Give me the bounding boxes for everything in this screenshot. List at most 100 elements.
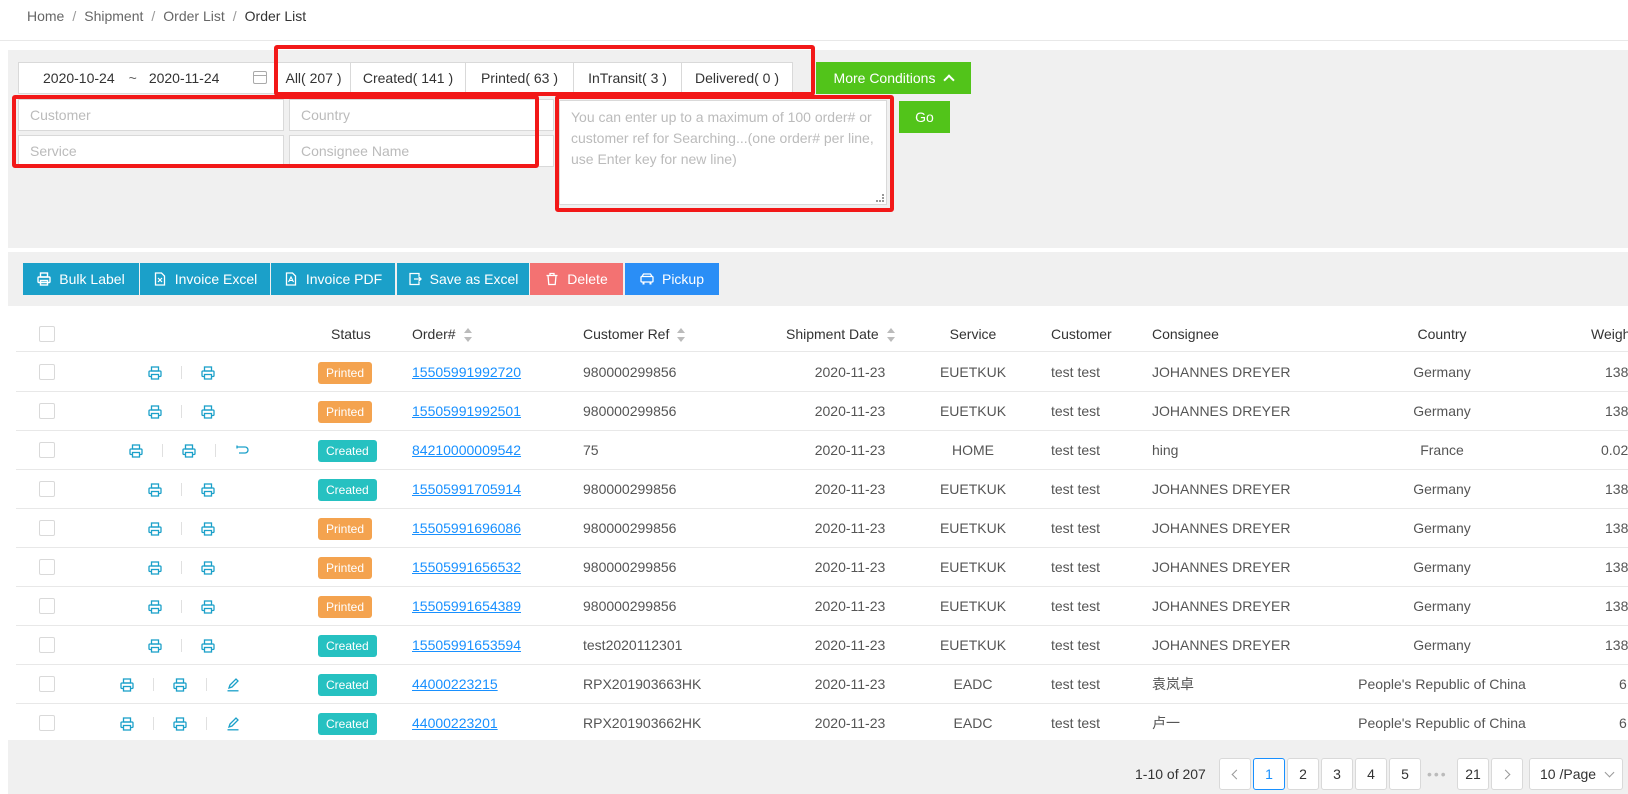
date-end[interactable]: 2020-11-24	[149, 70, 220, 86]
order-link[interactable]: 15505991696086	[412, 520, 521, 536]
printer-icon[interactable]	[147, 638, 163, 654]
printer-icon[interactable]	[200, 521, 216, 537]
order-cell: 15505991705914	[412, 470, 521, 509]
printer-icon[interactable]	[200, 365, 216, 381]
page-3[interactable]: 3	[1321, 758, 1353, 790]
weight-cell: 138	[1605, 364, 1628, 380]
invoice-excel-button[interactable]: Invoice Excel	[140, 263, 270, 295]
table-row: Printed 15505991654389 980000299856 2020-11…	[16, 587, 1628, 626]
customer-input[interactable]: Customer	[18, 99, 284, 131]
printer-icon[interactable]	[119, 716, 135, 732]
column-header-order[interactable]: Order#	[412, 316, 472, 352]
row-checkbox[interactable]	[39, 481, 55, 497]
column-header-shipment-date[interactable]: Shipment Date	[786, 316, 895, 352]
printer-icon[interactable]	[147, 560, 163, 576]
country-cell: People's Republic of China	[1358, 676, 1526, 692]
save-as-excel-button[interactable]: Save as Excel	[397, 263, 529, 295]
printer-icon[interactable]	[200, 404, 216, 420]
row-checkbox[interactable]	[39, 520, 55, 536]
tab-created[interactable]: Created( 141 )	[351, 62, 466, 94]
printer-icon[interactable]	[147, 521, 163, 537]
service-cell: EUETKUK	[939, 481, 1007, 497]
page-last[interactable]: 21	[1457, 758, 1489, 790]
invoice-pdf-button[interactable]: Invoice PDF	[271, 263, 395, 295]
order-link[interactable]: 44000223201	[412, 715, 498, 731]
printer-icon[interactable]	[200, 599, 216, 615]
date-start[interactable]: 2020-10-24	[43, 70, 115, 86]
tab-printed[interactable]: Printed( 63 )	[466, 62, 574, 94]
tab-delivered[interactable]: Delivered( 0 )	[682, 62, 793, 94]
pagination-ellipsis[interactable]: •••	[1427, 758, 1448, 790]
printer-icon[interactable]	[147, 365, 163, 381]
printer-icon[interactable]	[172, 677, 188, 693]
return-icon[interactable]	[234, 443, 250, 459]
breadcrumb-home[interactable]: Home	[27, 8, 64, 24]
calendar-icon[interactable]	[253, 71, 267, 84]
page-4[interactable]: 4	[1355, 758, 1387, 790]
column-header-customer-ref[interactable]: Customer Ref	[583, 316, 686, 352]
row-checkbox[interactable]	[39, 676, 55, 692]
column-header-customer-ref-label: Customer Ref	[583, 326, 670, 342]
tab-intransit[interactable]: InTransit( 3 )	[574, 62, 682, 94]
order-link[interactable]: 44000223215	[412, 676, 498, 692]
sort-icon[interactable]	[463, 328, 472, 343]
customer-ref-cell: 980000299856	[583, 364, 677, 380]
order-link[interactable]: 15505991705914	[412, 481, 521, 497]
service-input[interactable]: Service	[18, 135, 284, 167]
row-checkbox[interactable]	[39, 559, 55, 575]
breadcrumb-order-list[interactable]: Order List	[163, 8, 224, 24]
select-all-checkbox[interactable]	[39, 326, 55, 342]
bulk-label-button[interactable]: Bulk Label	[23, 263, 139, 295]
delete-button[interactable]: Delete	[530, 263, 623, 295]
breadcrumb-shipment[interactable]: Shipment	[84, 8, 143, 24]
customer-cell: test test	[1051, 403, 1101, 419]
row-checkbox[interactable]	[39, 598, 55, 614]
printer-icon[interactable]	[172, 716, 188, 732]
printer-icon[interactable]	[200, 560, 216, 576]
service-cell: EUETKUK	[939, 520, 1007, 536]
sort-icon[interactable]	[677, 328, 686, 343]
row-checkbox[interactable]	[39, 637, 55, 653]
order-link[interactable]: 15505991992501	[412, 403, 521, 419]
page-5[interactable]: 5	[1389, 758, 1421, 790]
printer-icon[interactable]	[181, 443, 197, 459]
order-search-textarea[interactable]: You can enter up to a maximum of 100 ord…	[559, 100, 887, 205]
action-divider	[181, 600, 182, 613]
printer-icon[interactable]	[119, 677, 135, 693]
pickup-button[interactable]: Pickup	[625, 263, 719, 295]
date-range-picker[interactable]: 2020-10-24 ~ 2020-11-24	[18, 62, 276, 94]
edit-icon[interactable]	[225, 677, 241, 693]
row-checkbox[interactable]	[39, 715, 55, 731]
edit-icon[interactable]	[225, 716, 241, 732]
status-badge: Created	[318, 479, 377, 502]
page-size-select[interactable]: 10 /Page	[1529, 758, 1623, 790]
page-1[interactable]: 1	[1253, 758, 1285, 790]
order-link[interactable]: 15505991992720	[412, 364, 521, 380]
resize-handle-icon[interactable]	[876, 194, 884, 202]
prev-page-button[interactable]	[1219, 758, 1251, 790]
page-2[interactable]: 2	[1287, 758, 1319, 790]
order-link[interactable]: 15505991656532	[412, 559, 521, 575]
more-conditions-button[interactable]: More Conditions	[816, 62, 971, 94]
consignee-name-input[interactable]: Consignee Name	[289, 135, 554, 167]
next-page-button[interactable]	[1491, 758, 1523, 790]
printer-icon[interactable]	[128, 443, 144, 459]
tab-all[interactable]: All( 207 )	[276, 62, 351, 94]
country-input[interactable]: Country	[289, 99, 554, 131]
printer-icon[interactable]	[200, 638, 216, 654]
sort-icon[interactable]	[886, 328, 895, 343]
printer-icon[interactable]	[147, 404, 163, 420]
weight-cell: 6	[1619, 676, 1627, 692]
row-checkbox[interactable]	[39, 364, 55, 380]
row-actions	[128, 431, 250, 470]
order-link[interactable]: 84210000009542	[412, 442, 521, 458]
printer-icon[interactable]	[147, 599, 163, 615]
service-cell: EADC	[953, 676, 993, 692]
row-checkbox[interactable]	[39, 403, 55, 419]
order-link[interactable]: 15505991653594	[412, 637, 521, 653]
order-link[interactable]: 15505991654389	[412, 598, 521, 614]
row-checkbox[interactable]	[39, 442, 55, 458]
printer-icon[interactable]	[147, 482, 163, 498]
go-button[interactable]: Go	[899, 101, 950, 133]
printer-icon[interactable]	[200, 482, 216, 498]
